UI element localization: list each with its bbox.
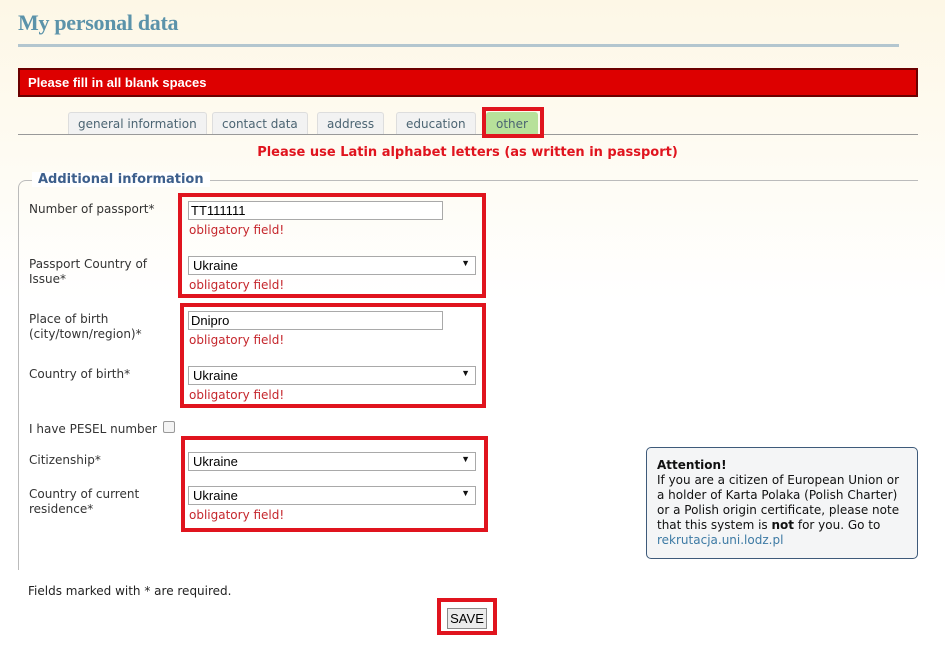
passport-country-label: Passport Country of Issue* <box>29 257 148 286</box>
residence-select[interactable]: Ukraine ▼ <box>188 486 476 505</box>
page-title: My personal data <box>18 10 179 35</box>
passport-country-error: obligatory field! <box>189 278 285 292</box>
latin-alphabet-notice: Please use Latin alphabet letters (as wr… <box>257 145 678 160</box>
title-divider <box>18 44 899 47</box>
tab-contact-data[interactable]: contact data <box>212 112 308 134</box>
dropdown-arrow-icon: ▼ <box>461 454 470 464</box>
country-of-birth-error: obligatory field! <box>189 388 285 402</box>
attention-title: Attention! <box>657 458 727 472</box>
attention-text-after: for you. Go to <box>794 518 881 532</box>
tab-general-information[interactable]: general information <box>68 112 207 134</box>
residence-error: obligatory field! <box>189 508 285 522</box>
tab-bar: general information contact data address… <box>18 112 918 135</box>
citizenship-value: Ukraine <box>193 454 238 469</box>
attention-emphasis: not <box>771 518 795 532</box>
tab-education[interactable]: education <box>396 112 476 134</box>
passport-number-error: obligatory field! <box>189 223 285 237</box>
rekrutacja-link[interactable]: rekrutacja.uni.lodz.pl <box>657 533 783 547</box>
passport-number-input[interactable]: TT111111 <box>188 201 443 220</box>
place-of-birth-label: Place of birth (city/town/region)* <box>29 312 142 341</box>
pesel-label: I have PESEL number <box>29 422 157 436</box>
country-of-birth-label: Country of birth* <box>29 367 131 381</box>
country-of-birth-select[interactable]: Ukraine ▼ <box>188 366 476 385</box>
place-of-birth-input[interactable]: Dnipro <box>188 311 443 330</box>
fieldset-legend: Additional information <box>32 172 210 187</box>
residence-value: Ukraine <box>193 488 238 503</box>
citizenship-label: Citizenship* <box>29 453 101 467</box>
dropdown-arrow-icon: ▼ <box>461 368 470 378</box>
passport-country-value: Ukraine <box>193 258 238 273</box>
error-banner: Please fill in all blank spaces <box>18 68 918 97</box>
pesel-checkbox[interactable] <box>163 421 175 433</box>
place-of-birth-error: obligatory field! <box>189 333 285 347</box>
attention-notice: Attention! If you are a citizen of Europ… <box>646 447 918 559</box>
tab-address[interactable]: address <box>317 112 385 134</box>
save-button[interactable]: SAVE <box>447 608 487 629</box>
dropdown-arrow-icon: ▼ <box>461 258 470 268</box>
required-fields-note: Fields marked with * are required. <box>28 584 232 598</box>
citizenship-select[interactable]: Ukraine ▼ <box>188 452 476 471</box>
dropdown-arrow-icon: ▼ <box>461 488 470 498</box>
passport-country-select[interactable]: Ukraine ▼ <box>188 256 476 275</box>
passport-number-label: Number of passport* <box>29 202 155 216</box>
tab-other[interactable]: other <box>486 112 538 134</box>
country-of-birth-value: Ukraine <box>193 368 238 383</box>
residence-label: Country of current residence* <box>29 487 140 516</box>
